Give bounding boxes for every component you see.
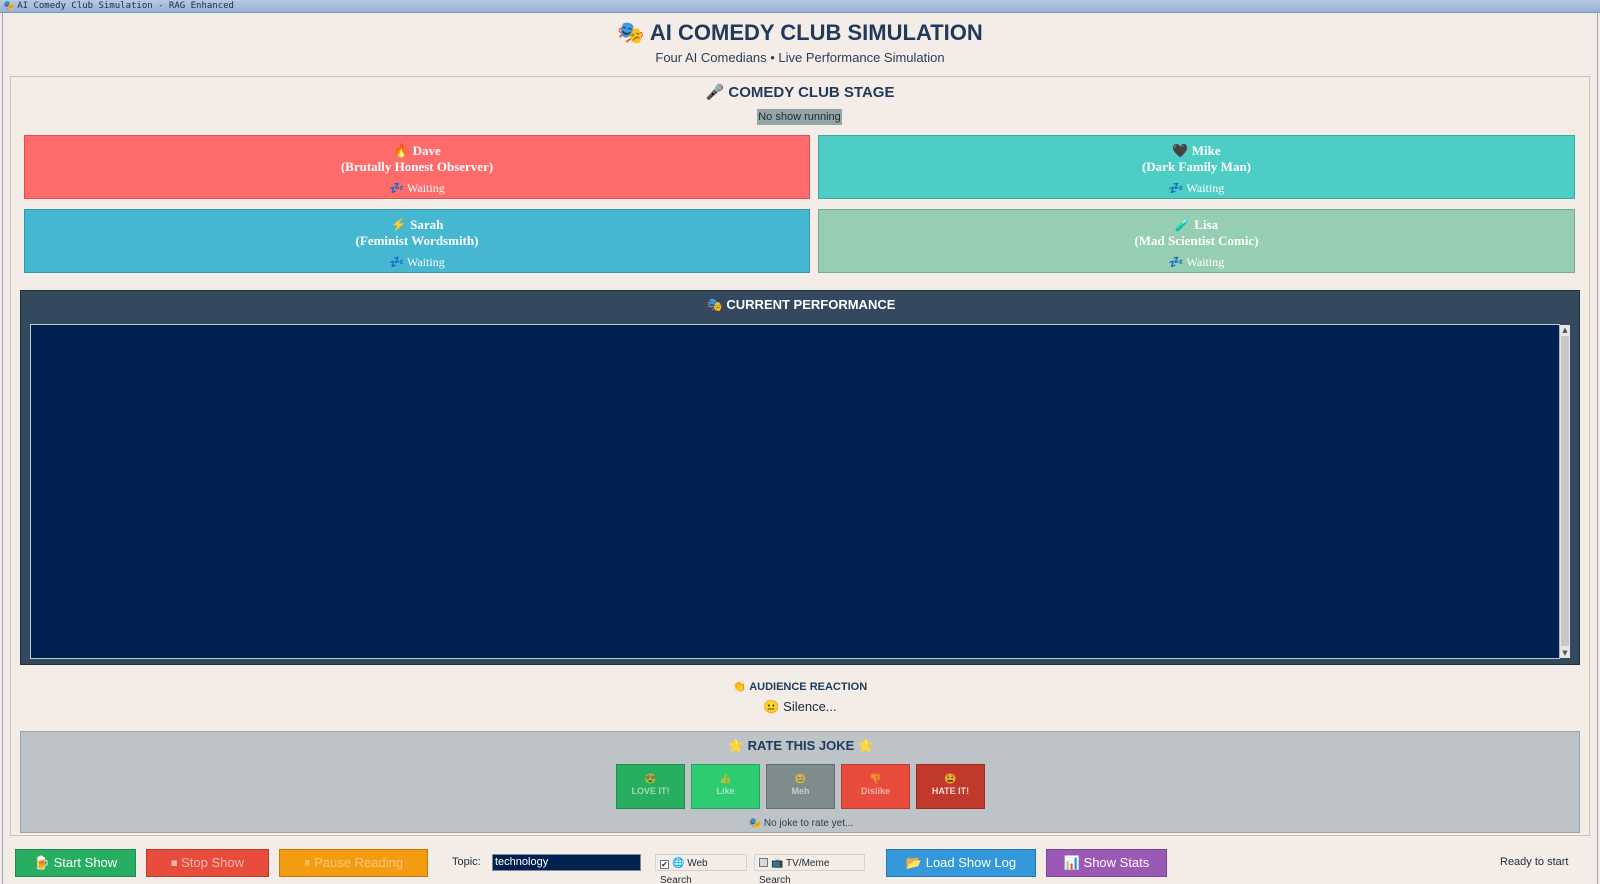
thumbs-up-icon: 👍	[719, 774, 732, 785]
comedian-card-dave: 🔥 Dave (Brutally Honest Observer) 💤 Wait…	[24, 135, 810, 199]
checkbox-unchecked-icon[interactable]	[759, 858, 768, 867]
love-it-button[interactable]: 😍 LOVE IT!	[616, 764, 685, 809]
scrollbar-thumb[interactable]	[1561, 336, 1569, 646]
page-subtitle: Four AI Comedians • Live Performance Sim…	[655, 50, 945, 65]
comedian-role: (Mad Scientist Comic)	[1134, 233, 1259, 248]
tv-meme-search-checkbox[interactable]: 📺 TV/Meme Search	[754, 854, 865, 884]
heart-eyes-icon: 😍	[644, 774, 657, 785]
show-stats-button[interactable]: 📊 Show Stats	[1046, 849, 1167, 877]
rate-button-label: HATE IT!	[931, 786, 970, 796]
comedian-status: 💤 Waiting	[389, 181, 445, 195]
window-title: AI Comedy Club Simulation - RAG Enhanced	[17, 1, 234, 11]
hate-it-button[interactable]: 😫 HATE IT!	[916, 764, 985, 809]
comedian-name: 🖤 Mike	[1172, 143, 1221, 158]
window-titlebar: 🎭 AI Comedy Club Simulation - RAG Enhance…	[0, 0, 1600, 13]
performance-title: 🎭 CURRENT PERFORMANCE	[706, 297, 896, 312]
topic-input[interactable]: technology	[492, 854, 641, 871]
comedian-status: 💤 Waiting	[1168, 255, 1225, 269]
status-bar-text: Ready to start	[1500, 856, 1569, 868]
rate-joke-title: ⭐ RATE THIS JOKE ⭐	[727, 738, 875, 753]
thumbs-down-icon: 👎	[869, 774, 882, 785]
rate-button-label: Meh	[791, 786, 810, 796]
comedian-card-lisa: 🧪 Lisa (Mad Scientist Comic) 💤 Waiting	[818, 209, 1575, 273]
tired-face-icon: 😫	[944, 774, 957, 785]
dislike-button[interactable]: 👎 Dislike	[841, 764, 910, 809]
comedian-status: 💤 Waiting	[1168, 181, 1225, 195]
comedian-name: 🧪 Lisa	[1174, 217, 1219, 232]
stop-show-button[interactable]: ⏹ Stop Show	[146, 849, 269, 877]
comedian-card-sarah: ⚡ Sarah (Feminist Wordsmith) 💤 Waiting	[24, 209, 810, 273]
meh-button[interactable]: 😐 Meh	[766, 764, 835, 809]
topic-label: Topic:	[452, 856, 481, 868]
scroll-down-arrow-icon[interactable]: ▼	[1560, 648, 1570, 658]
rate-button-label: Dislike	[860, 786, 891, 796]
comedian-card-mike: 🖤 Mike (Dark Family Man) 💤 Waiting	[818, 135, 1575, 199]
checkbox-checked-icon[interactable]: ✔	[660, 860, 669, 869]
rate-button-label: LOVE IT!	[631, 786, 670, 796]
stage-title: 🎤 COMEDY CLUB STAGE	[705, 84, 895, 101]
rating-status: 🎭 No joke to rate yet...	[748, 818, 854, 829]
pause-reading-button[interactable]: ⏸ Pause Reading	[279, 849, 428, 877]
rate-button-label: Like	[716, 786, 735, 796]
comedian-name: ⚡ Sarah	[390, 217, 444, 232]
start-show-button[interactable]: 🍺 Start Show	[15, 849, 136, 877]
masks-icon: 🎭	[3, 1, 15, 11]
audience-reaction-text: 😐 Silence...	[763, 699, 837, 714]
like-button[interactable]: 👍 Like	[691, 764, 760, 809]
page-title: 🎭 AI COMEDY CLUB SIMULATION	[617, 20, 983, 45]
audience-reaction-title: 👏 AUDIENCE REACTION	[732, 681, 868, 693]
web-search-checkbox[interactable]: ✔ 🌐 Web Search	[655, 854, 747, 884]
comedian-name: 🔥 Dave	[393, 143, 441, 158]
performance-scrollbar[interactable]: ▲ ▼	[1559, 325, 1570, 658]
scroll-up-arrow-icon[interactable]: ▲	[1560, 325, 1570, 335]
performance-panel: 🎭 CURRENT PERFORMANCE ▲ ▼	[20, 290, 1580, 665]
comedian-role: (Feminist Wordsmith)	[355, 233, 479, 248]
neutral-face-icon: 😐	[794, 774, 807, 785]
comedian-status: 💤 Waiting	[389, 255, 445, 269]
rate-joke-panel: ⭐ RATE THIS JOKE ⭐ 😍 LOVE IT! 👍 Like 😐 M…	[20, 731, 1580, 833]
performance-text-area[interactable]: ▲ ▼	[30, 324, 1570, 659]
comedian-role: (Dark Family Man)	[1141, 159, 1252, 174]
show-status-badge: No show running	[757, 109, 842, 125]
comedian-role: (Brutally Honest Observer)	[340, 159, 494, 174]
load-show-log-button[interactable]: 📂 Load Show Log	[886, 849, 1036, 877]
